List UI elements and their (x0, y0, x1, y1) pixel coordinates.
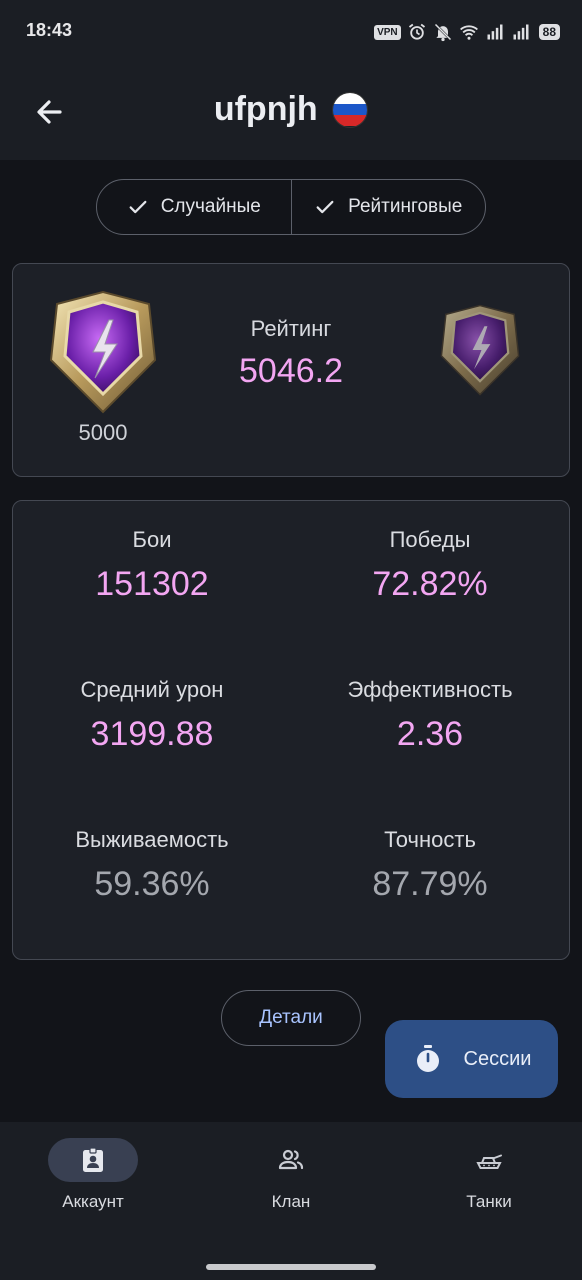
home-indicator[interactable] (206, 1264, 376, 1270)
stat-value: 151302 (95, 565, 209, 603)
nav-label: Клан (271, 1192, 311, 1211)
details-button[interactable]: Детали (221, 990, 361, 1046)
sessions-fab-label: Сессии (463, 1047, 532, 1070)
tank-icon (476, 1154, 502, 1169)
battle-type-filter: Случайные Рейтинговые (96, 179, 486, 235)
nav-item-tanks[interactable]: Танки (399, 1138, 579, 1212)
next-rank-badge-icon (440, 304, 520, 396)
stat-battles: Бои 151302 (13, 527, 291, 604)
nav-label: Танки (466, 1192, 512, 1211)
russia-flag-icon (332, 91, 369, 128)
page-title: ufpnjh (213, 90, 318, 128)
stat-value: 2.36 (396, 715, 464, 753)
stat-value: 3199.88 (90, 715, 214, 753)
app-bar: ufpnjh (0, 62, 582, 160)
check-icon (316, 200, 334, 214)
nav-item-account[interactable]: Аккаунт (3, 1138, 183, 1212)
filter-random[interactable]: Случайные (97, 180, 291, 234)
status-icons: VPN 88 (374, 20, 560, 44)
nav-indicator (48, 1138, 138, 1182)
check-icon (129, 200, 147, 214)
stat-label: Эффективность (347, 677, 513, 702)
filter-rating[interactable]: Рейтинговые (290, 180, 486, 234)
rating-label: Рейтинг (250, 316, 332, 341)
title-wrap: ufpnjh (0, 90, 582, 129)
stat-value: 87.79% (372, 865, 488, 903)
stat-label: Бои (132, 527, 172, 552)
nav-indicator (444, 1138, 534, 1182)
stopwatch-icon (416, 1045, 439, 1072)
stat-label: Выживаемость (75, 827, 229, 852)
rating-value: 5046.2 (239, 352, 343, 390)
nav-indicator (246, 1138, 336, 1182)
nav-label: Аккаунт (62, 1192, 124, 1211)
wifi-icon (459, 25, 478, 40)
nav-item-clan[interactable]: Клан (201, 1138, 381, 1212)
stats-card: Бои 151302 Победы 72.82% Средний урон 31… (12, 500, 570, 960)
rank-value: 5000 (78, 420, 128, 445)
signal-icon (487, 24, 503, 40)
stat-survival: Выживаемость 59.36% (13, 827, 291, 904)
stat-label: Точность (384, 827, 476, 852)
rating-card: 5000 Рейтинг 5046.2 (12, 263, 570, 477)
rank-badge-icon (49, 290, 157, 414)
status-time: 18:43 (26, 20, 73, 40)
stat-avg-damage: Средний урон 3199.88 (13, 677, 291, 754)
stat-efficiency: Эффективность 2.36 (291, 677, 569, 754)
stat-accuracy: Точность 87.79% (291, 827, 569, 904)
stat-label: Победы (389, 527, 471, 552)
alarm-icon (408, 23, 425, 40)
stat-value: 59.36% (94, 865, 210, 903)
group-icon (278, 1149, 304, 1170)
sessions-fab[interactable]: Сессии (385, 1020, 558, 1098)
bottom-nav: Аккаунт Клан Танки (0, 1122, 582, 1280)
battery-level: 88 (538, 24, 560, 40)
filter-random-label: Случайные (160, 196, 261, 217)
stat-label: Средний урон (80, 677, 224, 702)
signal-icon (513, 24, 529, 40)
stat-wins: Победы 72.82% (291, 527, 569, 604)
account-badge-icon (83, 1147, 103, 1172)
filter-rating-label: Рейтинговые (348, 196, 463, 217)
bell-off-icon (434, 23, 452, 42)
vpn-badge: VPN (374, 24, 401, 40)
stat-value: 72.82% (372, 565, 488, 603)
status-bar: 18:43 VPN 88 (0, 0, 582, 62)
